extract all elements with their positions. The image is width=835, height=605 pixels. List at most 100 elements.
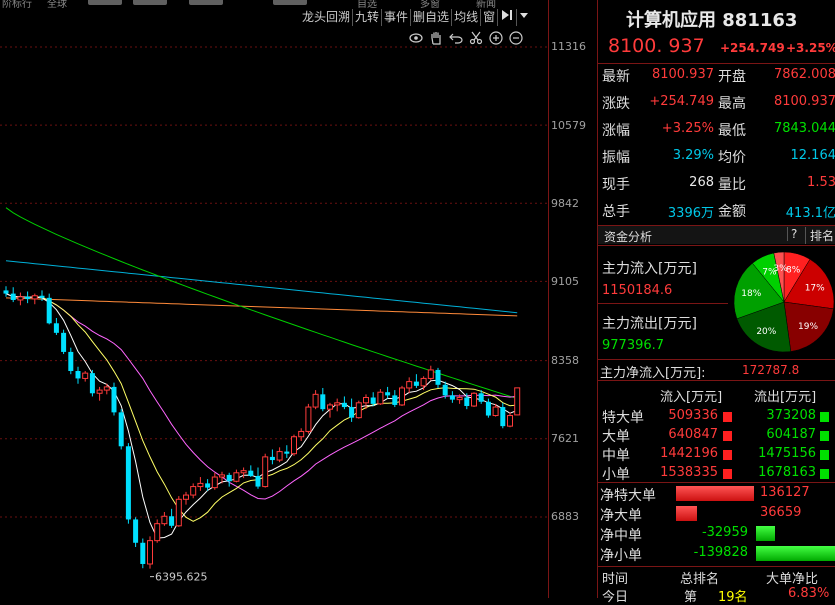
pie-label: 20% [756, 327, 776, 337]
flow-out-marker [820, 431, 829, 441]
candle-body [312, 393, 319, 408]
candle-body [10, 293, 16, 300]
quote-label: 最新 [602, 69, 630, 85]
chart-grid [0, 46, 548, 518]
flow-out-value: 1475156 [758, 446, 816, 461]
top-menu-item[interactable]: 阶标行 [2, 0, 32, 10]
candle-body [96, 389, 103, 394]
bottom-row-time: 今日 [602, 590, 629, 605]
scissors-icon[interactable] [468, 30, 484, 46]
triangle-down-icon[interactable] [516, 9, 531, 26]
top-tab[interactable] [273, 0, 307, 5]
candle-body [449, 395, 455, 400]
quote-label: 金额 [718, 204, 746, 220]
rank-button[interactable]: 排名 [805, 227, 834, 244]
zoom-out-icon[interactable] [508, 30, 524, 46]
toolbar-leader-backtrack[interactable]: 龙头回溯 [300, 9, 352, 26]
candle-body [392, 395, 398, 405]
divider [598, 380, 835, 381]
candle-body [427, 369, 434, 379]
candle-body [341, 402, 347, 408]
flow-in-marker [723, 469, 732, 479]
toolbar-remove-watchlist[interactable]: 删自选 [410, 9, 451, 26]
quote-value: 12.164 [790, 148, 835, 163]
flow-row-label: 大单 [602, 429, 630, 445]
candle-body [39, 295, 45, 298]
stock-change: +254.749 [720, 41, 785, 55]
pie-label: 3% [773, 264, 788, 274]
play-next-icon[interactable] [497, 9, 516, 26]
toolbar-nine-turn[interactable]: 九转 [352, 9, 381, 26]
candle-body [89, 373, 95, 394]
candle-body [75, 371, 81, 379]
candle-body [456, 397, 463, 401]
quote-value: +254.749 [649, 94, 714, 109]
candle-body [291, 436, 297, 455]
candle-body [147, 540, 153, 565]
quote-value: +3.25% [661, 121, 714, 136]
candle-body [262, 456, 269, 488]
help-button[interactable]: ? [787, 227, 797, 241]
flow-in-value: 1538335 [660, 465, 718, 480]
candle-body [205, 483, 211, 488]
net-bar-up [676, 506, 697, 521]
hand-icon[interactable] [428, 30, 444, 46]
top-tab[interactable] [88, 0, 122, 5]
ma10-line [5, 293, 518, 522]
toolbar-events[interactable]: 事件 [381, 9, 410, 26]
y-tick-label: 7621 [551, 432, 579, 445]
candle-body [133, 519, 139, 543]
net-row-label: 净大单 [600, 508, 642, 524]
net-bar-down [756, 526, 775, 541]
candle-body [111, 386, 117, 413]
divider [598, 245, 835, 246]
undo-icon[interactable] [448, 30, 464, 46]
fund-title: 资金分析 [604, 230, 653, 244]
candle-body [420, 377, 427, 387]
net-row-label: 净小单 [600, 548, 642, 564]
quote-label: 振幅 [602, 150, 630, 166]
divider [598, 566, 835, 567]
y-tick-label: 11316 [551, 40, 586, 53]
candle-body [507, 415, 513, 427]
quote-label: 量比 [718, 177, 746, 193]
toolbar-window[interactable]: 窗 [480, 9, 497, 26]
quote-label: 均价 [718, 150, 746, 166]
quote-value: 8100.937 [773, 94, 835, 109]
quote-label: 涨跌 [602, 96, 630, 112]
candle-body [154, 523, 161, 542]
quote-value: 3.29% [672, 148, 714, 163]
quote-value: 268 [689, 175, 714, 190]
y-tick-label: 6883 [551, 510, 579, 523]
candle-body [248, 470, 254, 476]
toolbar-moving-average[interactable]: 均线 [451, 9, 480, 26]
top-tab[interactable] [133, 0, 167, 5]
candle-body [471, 392, 477, 407]
candle-series [3, 286, 521, 569]
net-value: -32959 [701, 525, 748, 540]
main-outflow-label: 主力流出[万元] [602, 316, 697, 332]
candle-body [385, 392, 391, 396]
quote-panel: 计算机应用 881163 8100. 937 +254.749 +3.25% 最… [597, 0, 835, 605]
flow-in-value: 640847 [668, 427, 718, 442]
low-annotation: 6395.625 [150, 571, 208, 584]
candle-body [219, 474, 225, 478]
candle-body [406, 381, 413, 389]
top-menu-item[interactable]: 全球 [47, 0, 67, 10]
stock-name: 计算机应用 [626, 10, 716, 31]
candle-body [327, 404, 333, 410]
quote-label: 最低 [718, 123, 746, 139]
candle-body [370, 397, 376, 404]
candle-body [31, 295, 38, 300]
flow-out-marker [820, 469, 829, 479]
zoom-in-icon[interactable] [488, 30, 504, 46]
candlestick-chart[interactable]: 6395.625 [0, 27, 548, 598]
candle-body [197, 482, 204, 488]
candle-body [355, 402, 362, 419]
quote-value: 413.1亿 [785, 206, 835, 221]
eye-icon[interactable] [408, 30, 424, 46]
top-tab[interactable] [189, 0, 223, 5]
flow-in-marker [723, 431, 732, 441]
flow-row-label: 小单 [602, 467, 630, 483]
chart-toolbar: 龙头回溯 九转 事件 删自选 均线 窗 [300, 9, 531, 26]
